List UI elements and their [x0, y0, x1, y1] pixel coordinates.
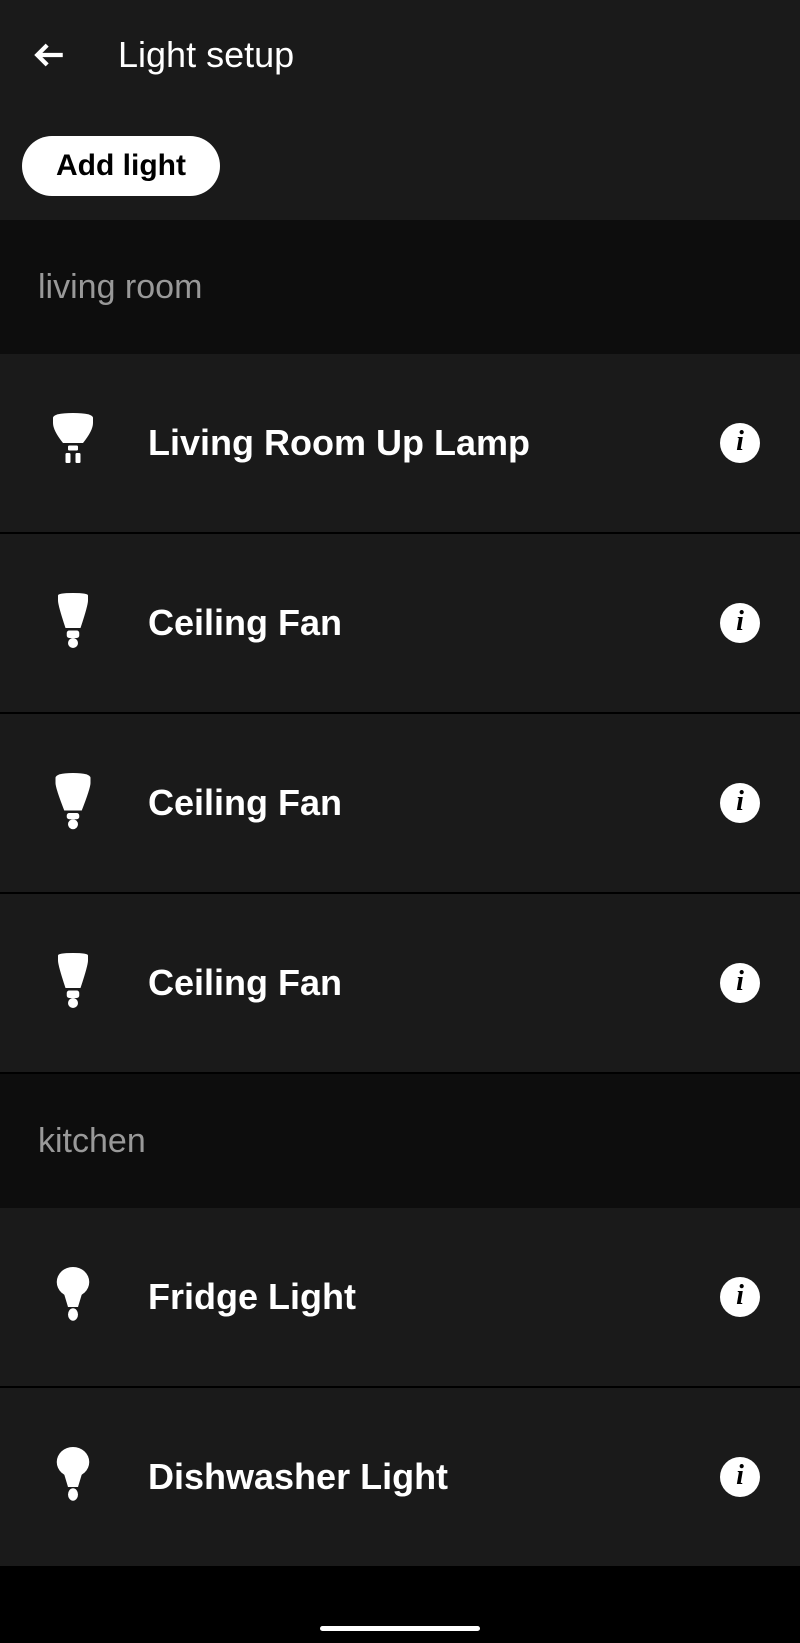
light-name-label: Living Room Up Lamp: [148, 422, 670, 464]
bulb-icon: [48, 595, 98, 651]
add-light-button[interactable]: Add light: [22, 136, 220, 196]
light-row[interactable]: Dishwasher Light i: [0, 1388, 800, 1566]
light-name-label: Ceiling Fan: [148, 962, 670, 1004]
light-row[interactable]: Living Room Up Lamp i: [0, 354, 800, 532]
header: Light setup: [0, 0, 800, 110]
back-button[interactable]: [30, 35, 70, 75]
bulb-icon: [48, 775, 98, 831]
light-name-label: Ceiling Fan: [148, 602, 670, 644]
info-icon[interactable]: i: [720, 963, 760, 1003]
light-name-label: Fridge Light: [148, 1276, 670, 1318]
bulb-round-icon: [48, 1449, 98, 1505]
bulb-icon: [48, 955, 98, 1011]
info-icon[interactable]: i: [720, 423, 760, 463]
info-icon[interactable]: i: [720, 603, 760, 643]
toolbar: Add light: [0, 110, 800, 220]
spotlight-icon: [48, 415, 98, 471]
section-title: kitchen: [38, 1122, 146, 1161]
section-header: living room: [0, 220, 800, 354]
light-row[interactable]: Ceiling Fan i: [0, 894, 800, 1072]
home-indicator[interactable]: [320, 1626, 480, 1631]
light-name-label: Dishwasher Light: [148, 1456, 670, 1498]
bulb-round-icon: [48, 1269, 98, 1325]
section-title: living room: [38, 268, 202, 307]
arrow-left-icon: [33, 38, 67, 72]
info-icon[interactable]: i: [720, 783, 760, 823]
light-name-label: Ceiling Fan: [148, 782, 670, 824]
section-header: kitchen: [0, 1074, 800, 1208]
info-icon[interactable]: i: [720, 1277, 760, 1317]
light-row[interactable]: Ceiling Fan i: [0, 534, 800, 712]
page-title: Light setup: [118, 34, 294, 76]
info-icon[interactable]: i: [720, 1457, 760, 1497]
light-row[interactable]: Fridge Light i: [0, 1208, 800, 1386]
light-row[interactable]: Ceiling Fan i: [0, 714, 800, 892]
